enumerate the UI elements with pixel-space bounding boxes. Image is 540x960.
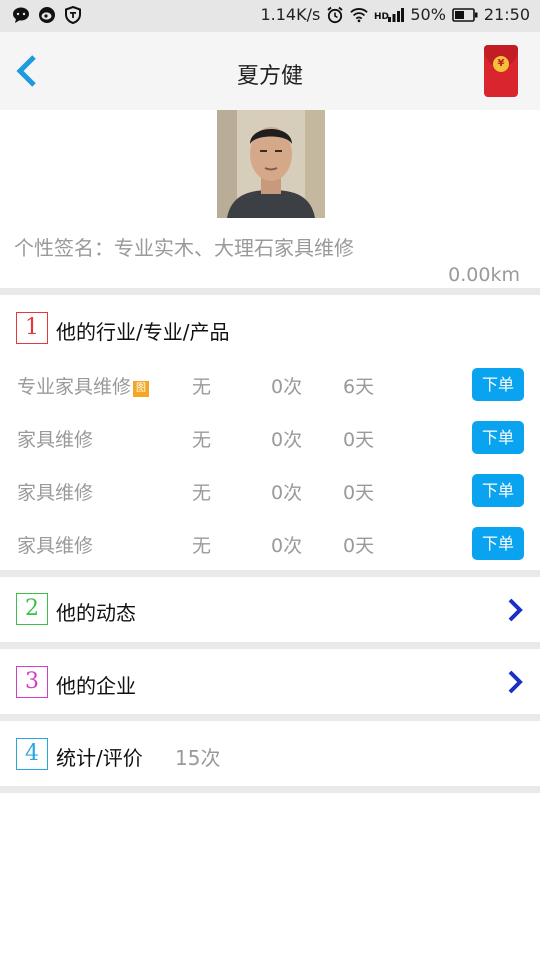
product-col-c: 0天 <box>343 535 375 557</box>
section-number-badge: 4 <box>16 738 48 770</box>
page-title: 夏方健 <box>236 64 303 89</box>
section-number-badge: 1 <box>16 312 48 344</box>
product-col-b: 0次 <box>271 376 303 398</box>
section-title: 他的动态 <box>56 601 136 625</box>
product-col-c: 0天 <box>343 482 375 504</box>
product-name: 专业家具维修图 <box>17 372 150 399</box>
section-divider <box>0 714 540 721</box>
section-divider <box>0 288 540 295</box>
avatar[interactable] <box>217 110 325 218</box>
order-button[interactable]: 下单 <box>472 527 524 560</box>
status-notification-icons <box>12 6 82 24</box>
net-speed: 1.14K/s <box>260 5 321 24</box>
section-activity-row[interactable]: 2 他的动态 <box>0 577 540 642</box>
product-col-c: 6天 <box>343 376 375 398</box>
chevron-right-icon <box>508 598 523 622</box>
app-header: 夏方健 ¥ <box>0 32 540 110</box>
shield-icon <box>65 6 81 24</box>
signature: 个性签名：专业实木、大理石家具维修 <box>14 232 354 261</box>
product-name: 家具维修 <box>17 482 94 504</box>
section-company-row[interactable]: 3 他的企业 <box>0 649 540 714</box>
list-item[interactable]: 家具维修 无 0次 0天 下单 <box>0 413 540 465</box>
distance: 0.00km <box>448 264 520 286</box>
section-stats-row[interactable]: 4 统计/评价 15次 <box>0 721 540 786</box>
weibo-icon <box>39 7 55 23</box>
list-item[interactable]: 专业家具维修图 无 0次 6天 下单 <box>0 360 540 412</box>
product-col-a: 无 <box>192 535 212 557</box>
section-title: 他的行业/专业/产品 <box>56 320 230 344</box>
signature-label: 个性签名： <box>14 236 114 260</box>
signature-value: 专业实木、大理石家具维修 <box>114 236 354 260</box>
list-item[interactable]: 家具维修 无 0次 0天 下单 <box>0 466 540 518</box>
section-products-header: 1 他的行业/专业/产品 <box>0 295 540 355</box>
product-name: 家具维修 <box>17 429 94 451</box>
status-system-info: 1.14K/s HD 50% 21:50 <box>260 5 530 24</box>
product-col-a: 无 <box>192 429 212 451</box>
product-col-b: 0次 <box>271 535 303 557</box>
product-col-a: 无 <box>192 376 212 398</box>
section-title: 统计/评价 <box>56 746 143 770</box>
order-button[interactable]: 下单 <box>472 368 524 401</box>
battery-percent: 50% <box>410 5 446 24</box>
product-name-text: 专业家具维修 <box>17 376 132 398</box>
section-number-badge: 2 <box>16 593 48 625</box>
product-col-b: 0次 <box>271 482 303 504</box>
product-col-b: 0次 <box>271 429 303 451</box>
section-divider <box>0 642 540 649</box>
list-item[interactable]: 家具维修 无 0次 0天 下单 <box>0 519 540 571</box>
chevron-right-icon <box>508 670 523 694</box>
status-bar: 1.14K/s HD 50% 21:50 <box>0 0 540 32</box>
product-name: 家具维修 <box>17 535 94 557</box>
order-button[interactable]: 下单 <box>472 421 524 454</box>
avatar-photo <box>217 110 325 218</box>
order-button[interactable]: 下单 <box>472 474 524 507</box>
wifi-icon <box>350 7 369 22</box>
signal-icon: HD <box>374 7 405 22</box>
red-packet-icon[interactable]: ¥ <box>484 45 518 97</box>
product-col-a: 无 <box>192 482 212 504</box>
svg-text:HD: HD <box>374 12 389 22</box>
yuan-coin-icon: ¥ <box>493 56 509 72</box>
section-divider <box>0 786 540 793</box>
chat-icon <box>13 7 29 23</box>
section-number-badge: 3 <box>16 666 48 698</box>
battery-icon <box>452 7 478 22</box>
section-divider <box>0 570 540 577</box>
clock: 21:50 <box>483 5 530 24</box>
image-tag-icon: 图 <box>133 381 150 397</box>
alarm-icon <box>327 6 343 23</box>
review-count: 15次 <box>175 746 221 770</box>
product-col-c: 0天 <box>343 429 375 451</box>
section-title: 他的企业 <box>56 674 136 698</box>
